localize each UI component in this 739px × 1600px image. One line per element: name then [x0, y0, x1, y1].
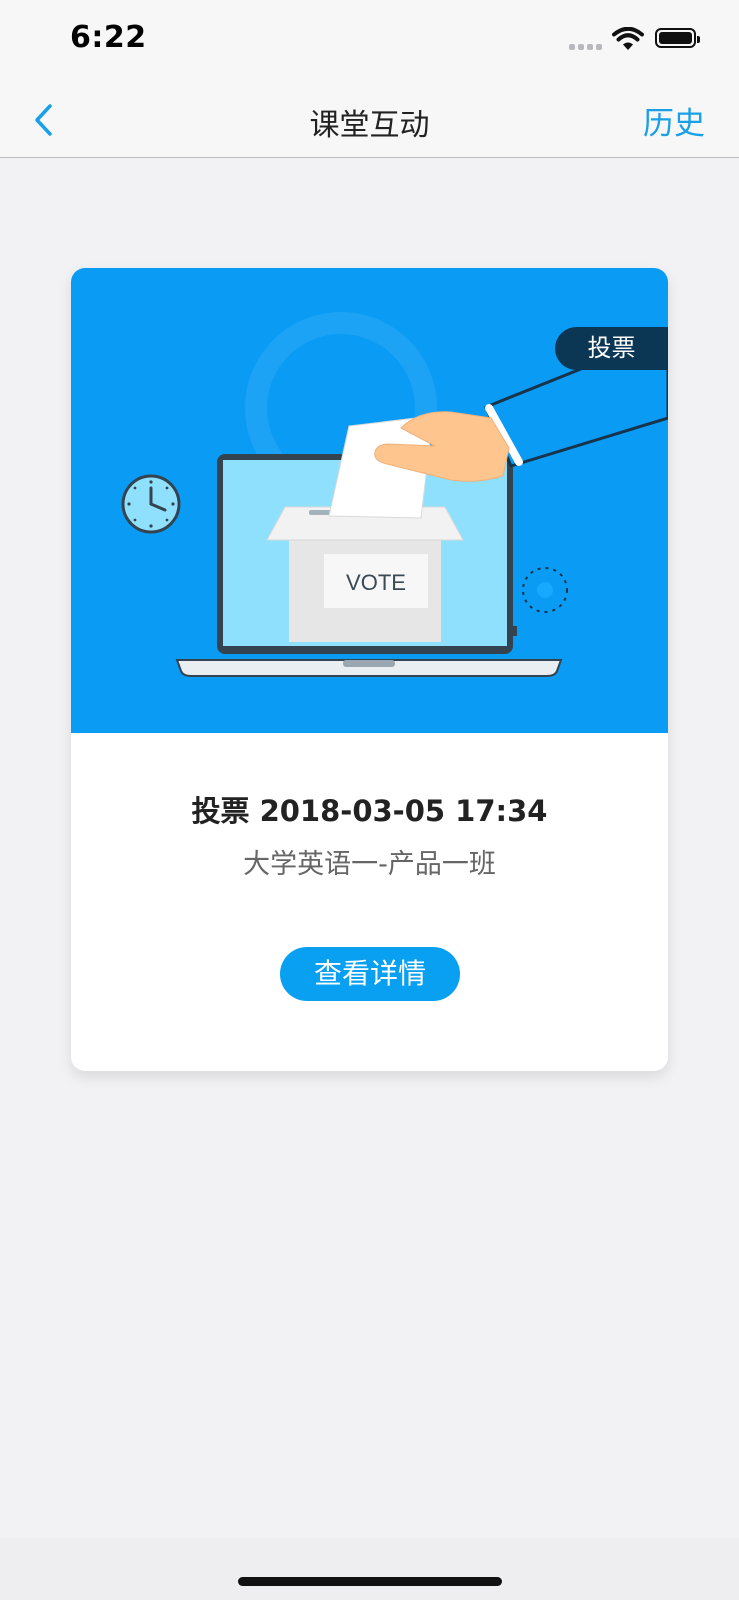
ballot-box-label: VOTE [346, 570, 406, 595]
vote-illustration: VOTE 投票 [71, 268, 668, 733]
status-bar: 6:22 [0, 0, 739, 84]
battery-icon [655, 28, 700, 48]
history-button[interactable]: 历史 [643, 98, 705, 143]
signal-icon [569, 44, 603, 50]
class-name: 大学英语一-产品一班 [243, 849, 496, 880]
bottom-safe-area [0, 1538, 739, 1600]
navigation-bar: 课堂互动 历史 [0, 84, 739, 158]
home-indicator[interactable] [238, 1577, 502, 1586]
vote-card: VOTE 投票 投票 2018-03-05 17:34 大学英语一-产品一班 查… [71, 268, 668, 1071]
view-details-button[interactable]: 查看详情 [280, 947, 460, 1001]
status-time: 6:22 [70, 20, 147, 55]
wifi-icon [612, 27, 644, 50]
vote-title: 投票 2018-03-05 17:34 [191, 794, 548, 828]
vote-tag: 投票 [555, 327, 668, 370]
page-title: 课堂互动 [309, 108, 430, 143]
